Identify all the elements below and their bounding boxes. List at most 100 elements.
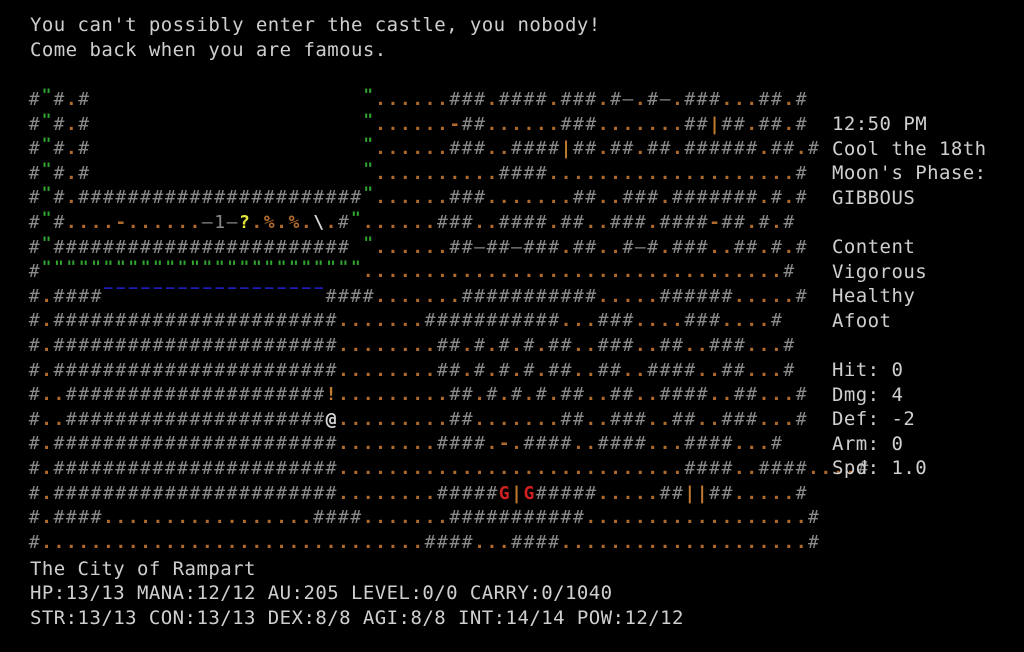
wall-tile: #	[449, 187, 461, 209]
wall-tile: #	[671, 335, 683, 356]
door-tile[interactable]: -	[115, 211, 127, 236]
wall-tile: #	[325, 310, 337, 332]
floor-tile: .	[573, 359, 584, 381]
floor-tile: .	[436, 408, 448, 430]
floor-tile: .	[189, 212, 201, 233]
floor-tile: .	[412, 285, 424, 307]
floor-tile: .	[634, 531, 646, 553]
open-door-tile[interactable]: |	[708, 113, 720, 138]
wall-tile: #	[276, 187, 287, 209]
wall-tile: #	[684, 359, 696, 381]
stat-hit: Hit: 0	[832, 358, 1022, 383]
wall-tile: #	[449, 138, 461, 160]
wall-tile: #	[300, 310, 312, 332]
door-tile[interactable]: -	[498, 432, 510, 457]
monster-guard[interactable]: G	[523, 482, 535, 507]
wall-tile: #	[449, 359, 461, 381]
water-tile: ‒	[166, 279, 175, 296]
weapon-tile[interactable]: \	[313, 211, 325, 236]
wall-tile: #	[53, 162, 65, 184]
wall-tile: #	[709, 433, 720, 455]
wall-tile: #	[548, 531, 560, 553]
wall-tile: #	[53, 138, 65, 160]
player[interactable]: @	[325, 408, 337, 433]
open-door-tile[interactable]: |	[510, 482, 522, 507]
wall-tile: #	[140, 384, 151, 406]
open-door-tile[interactable]: |	[560, 137, 572, 162]
game-date: Cool the 18th	[832, 137, 987, 160]
floor-tile: .	[535, 359, 547, 381]
floor-tile: .	[424, 187, 436, 209]
floor-tile: .	[325, 212, 337, 233]
floor-tile: .	[573, 335, 584, 356]
floor-tile: .	[684, 335, 696, 356]
wall-tile: #	[78, 310, 90, 332]
door-tile[interactable]: -	[449, 113, 461, 138]
food-tile[interactable]: %	[288, 211, 300, 236]
wall-tile: #	[127, 187, 139, 209]
floor-tile: .	[164, 531, 176, 553]
floor-tile: .	[263, 531, 275, 553]
potion-tile[interactable]: !	[325, 383, 337, 408]
floor-tile: .	[399, 113, 411, 135]
floor-tile: .	[251, 531, 263, 553]
monster-guard[interactable]: G	[498, 482, 510, 507]
floor-tile: .	[696, 507, 708, 529]
wall-tile: #	[152, 359, 164, 381]
dungeon-map[interactable]: # " #. # "...... # # #. # # # #. # # #. # —. # —. # # #... # #.…	[28, 85, 869, 558]
wall-tile: #	[474, 89, 485, 110]
wall-tile: #	[795, 89, 807, 110]
scroll-tile[interactable]: ?	[238, 211, 250, 236]
wall-tile: #	[300, 458, 312, 479]
floor-tile: .	[535, 335, 547, 356]
wall-tile: #	[164, 335, 176, 356]
floor-tile: .	[783, 531, 795, 553]
floor-tile: .	[548, 113, 560, 135]
wall-tile: #	[548, 335, 560, 356]
item-one-tile[interactable]: 1	[214, 211, 226, 236]
floor-tile: .	[350, 384, 362, 406]
wall-tile: #	[78, 408, 90, 430]
wall-tile: #	[325, 187, 337, 209]
stat-spd: Spd: 1.0	[832, 456, 1022, 481]
floor-tile: .	[671, 113, 683, 135]
floor-tile: .	[239, 531, 250, 553]
floor-tile: .	[746, 310, 758, 332]
wall-tile: #	[696, 187, 708, 209]
floor-tile: .	[375, 113, 386, 135]
wall-tile: #	[696, 310, 708, 332]
floor-tile: .	[189, 531, 201, 553]
floor-tile: .	[90, 212, 102, 233]
floor-tile: .	[634, 335, 646, 356]
floor-tile: .	[350, 531, 362, 553]
wall-tile: #	[573, 138, 584, 160]
open-door-tile[interactable]: |	[684, 482, 696, 507]
wall-tile: #	[461, 187, 473, 209]
wall-tile: #	[622, 212, 634, 233]
wall-tile: #	[263, 310, 275, 332]
wall-tile: #	[684, 433, 696, 455]
wall-tile: #	[770, 433, 782, 455]
wall-tile: #	[313, 384, 325, 406]
wall-tile: #	[214, 433, 226, 455]
wall-tile: #	[65, 359, 77, 381]
floor-tile: .	[375, 162, 386, 184]
grass-tile: "	[41, 85, 52, 104]
floor-tile: .	[41, 285, 52, 307]
door-tile[interactable]: -	[708, 211, 720, 236]
open-door-tile[interactable]: |	[696, 482, 708, 507]
floor-tile: .	[375, 261, 386, 283]
food-tile[interactable]: %	[263, 211, 275, 236]
location-name: The City of Rampart	[30, 558, 256, 580]
wall-tile: #	[189, 359, 201, 381]
floor-tile: .	[647, 507, 659, 529]
wall-tile: #	[300, 187, 312, 209]
wall-tile: #	[313, 458, 325, 479]
wall-tile: #	[808, 507, 819, 529]
wall-tile: #	[239, 310, 250, 332]
floor-tile: .	[758, 162, 770, 184]
wall-tile: #	[350, 285, 362, 307]
wall-tile: #	[474, 310, 485, 332]
wall-tile: #	[671, 236, 683, 258]
wall-tile: #	[647, 138, 659, 160]
